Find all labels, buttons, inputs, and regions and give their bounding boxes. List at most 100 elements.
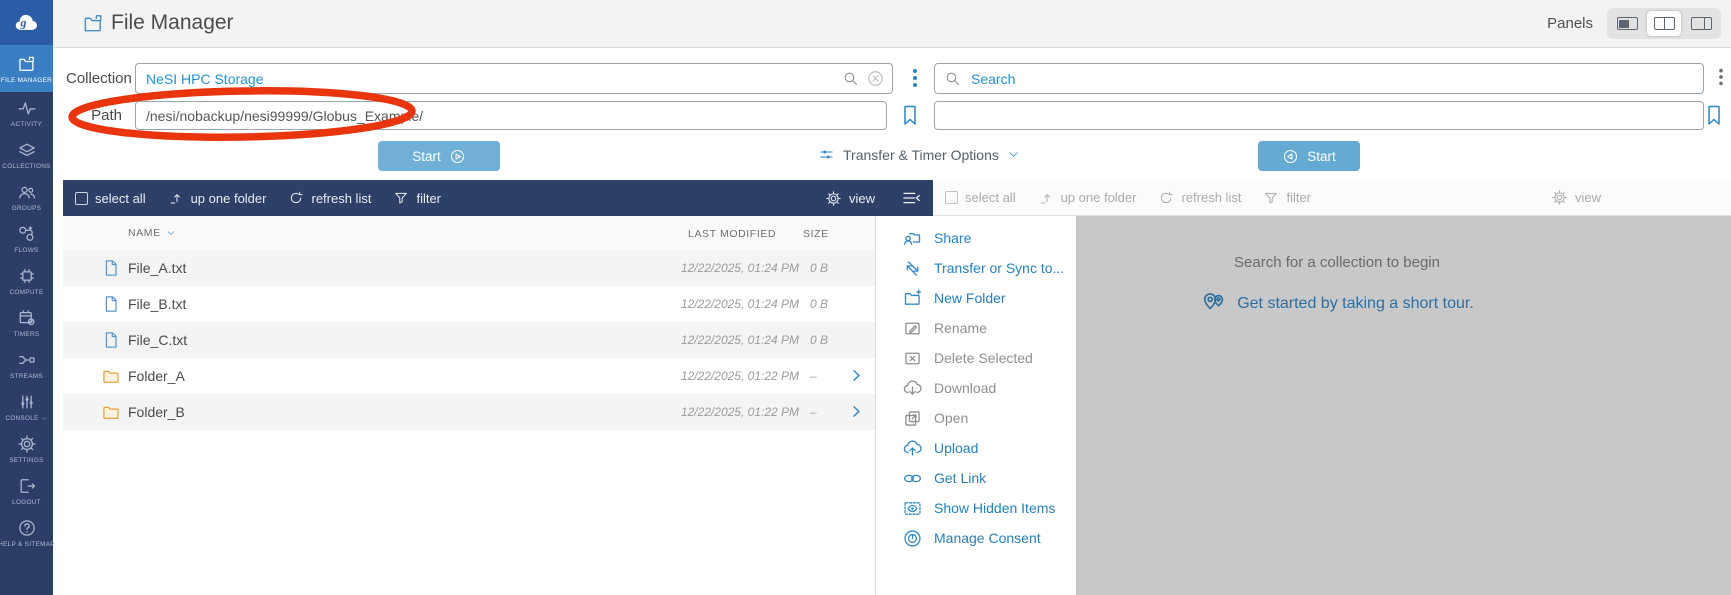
start-transfer-left-button[interactable]: Start (378, 141, 500, 171)
rename-icon (902, 318, 923, 339)
calendar-icon (17, 308, 37, 328)
sort-chevron-down-icon (166, 228, 176, 238)
select-all-checkbox[interactable]: select all (75, 191, 146, 206)
search-icon[interactable] (842, 70, 859, 87)
refresh-list-button[interactable]: refresh list (288, 190, 371, 206)
file-row[interactable]: File_C.txt 12/22/2025, 01:24 PM 0 B (63, 322, 875, 358)
play-circle-icon (449, 148, 466, 165)
map-pins-icon (1200, 290, 1227, 317)
streams-icon (17, 350, 37, 370)
sidebar-item-compute[interactable]: COMPUTE (0, 260, 53, 302)
sidebar-item-flows[interactable]: FLOWS (0, 218, 53, 260)
gear-icon (1551, 189, 1568, 206)
menu-item-get-link[interactable]: Get Link (876, 463, 1076, 493)
sidebar-item-collections[interactable]: COLLECTIONS (0, 134, 53, 176)
sidebar-item-file-manager[interactable]: FILE MANAGER (0, 45, 53, 92)
file-row[interactable]: File_B.txt 12/22/2025, 01:24 PM 0 B (63, 286, 875, 322)
path-input[interactable] (135, 101, 887, 130)
right-up-one-folder-button[interactable]: up one folder (1038, 190, 1137, 206)
split-panel-icon (1691, 17, 1712, 30)
right-filter-button[interactable]: filter (1263, 190, 1311, 206)
sidebar-item-activity[interactable]: ACTIVITY (0, 92, 53, 134)
collapse-menu-icon[interactable] (901, 188, 921, 208)
up-one-folder-button[interactable]: up one folder (168, 190, 267, 206)
filter-button[interactable]: filter (393, 190, 441, 206)
right-bookmark-icon[interactable] (1702, 103, 1726, 127)
gear-icon (825, 190, 842, 207)
sliders-icon (17, 392, 37, 412)
funnel-icon (1263, 190, 1279, 206)
collection-label: Collection (66, 70, 132, 87)
column-last-modified[interactable]: LAST MODIFIED (688, 228, 776, 240)
checkbox-icon (75, 192, 88, 205)
clear-collection-icon[interactable] (866, 69, 885, 88)
right-refresh-list-button[interactable]: refresh list (1158, 190, 1241, 206)
panels-switcher: Panels (1547, 8, 1721, 39)
view-button[interactable]: view (825, 190, 875, 207)
chevron-right-icon[interactable] (849, 404, 864, 419)
eye-icon (902, 498, 923, 519)
transfer-timer-options[interactable]: Transfer & Timer Options (818, 146, 1020, 163)
help-icon (17, 518, 37, 538)
play-circle-left-icon (1282, 148, 1299, 165)
file-row[interactable]: File_A.txt 12/22/2025, 01:24 PM 0 B (63, 250, 875, 286)
file-icon (101, 258, 121, 278)
search-collection-input[interactable] (934, 63, 1704, 94)
up-arrow-icon (168, 190, 184, 206)
menu-item-transfer-or-sync[interactable]: Transfer or Sync to... (876, 253, 1076, 283)
sidebar-item-help-sitemap[interactable]: HELP & SITEMAP (0, 512, 53, 554)
sidebar-item-groups[interactable]: GROUPS (0, 176, 53, 218)
flows-icon (17, 224, 37, 244)
consent-icon (902, 528, 923, 549)
path-label: Path (66, 107, 122, 124)
dual-panel-button[interactable] (1647, 11, 1681, 36)
pulse-icon (17, 98, 37, 118)
left-panel-toolbar: select all up one folder refresh list fi… (63, 180, 933, 216)
right-view-button[interactable]: view (1551, 189, 1601, 206)
checkbox-icon (945, 191, 958, 204)
single-panel-button[interactable] (1610, 11, 1644, 36)
actions-menu: Share Transfer or Sync to... New Folder … (875, 216, 1077, 595)
menu-item-delete-selected[interactable]: Delete Selected (876, 343, 1076, 373)
folder-icon (101, 366, 121, 386)
sidebar-item-timers[interactable]: TIMERS (0, 302, 53, 344)
menu-item-download[interactable]: Download (876, 373, 1076, 403)
file-list-header: NAME LAST MODIFIED SIZE (63, 216, 875, 251)
download-icon (902, 378, 923, 399)
file-manager-icon (82, 12, 105, 35)
start-transfer-right-button[interactable]: Start (1258, 141, 1360, 171)
bookmark-icon[interactable] (898, 103, 922, 127)
folder-row[interactable]: Folder_B 12/22/2025, 01:22 PM – (63, 394, 875, 430)
right-select-all-checkbox[interactable]: select all (945, 190, 1016, 205)
new-folder-icon (902, 288, 923, 309)
chevron-right-icon[interactable] (849, 368, 864, 383)
people-icon (17, 182, 37, 202)
sidebar-item-settings[interactable]: SETTINGS (0, 428, 53, 470)
globus-logo[interactable] (0, 0, 53, 45)
collection-options-kebab-icon[interactable] (903, 66, 927, 90)
menu-item-manage-consent[interactable]: Manage Consent (876, 523, 1076, 553)
header: File Manager Panels (53, 0, 1731, 48)
chip-icon (17, 266, 37, 286)
panels-button-group (1607, 8, 1721, 39)
menu-item-rename[interactable]: Rename (876, 313, 1076, 343)
menu-item-share[interactable]: Share (876, 223, 1076, 253)
tour-link[interactable]: Get started by taking a short tour. (1077, 290, 1597, 317)
menu-item-show-hidden-items[interactable]: Show Hidden Items (876, 493, 1076, 523)
column-name[interactable]: NAME (128, 227, 176, 239)
logout-icon (17, 476, 37, 496)
menu-item-new-folder[interactable]: New Folder (876, 283, 1076, 313)
right-collection-options-kebab-icon[interactable] (1710, 66, 1731, 88)
sidebar-item-logout[interactable]: LOGOUT (0, 470, 53, 512)
menu-item-upload[interactable]: Upload (876, 433, 1076, 463)
sidebar-item-console[interactable]: CONSOLE (0, 386, 53, 428)
transfer-timer-options-label: Transfer & Timer Options (843, 147, 999, 163)
collection-input[interactable] (135, 63, 893, 94)
column-size[interactable]: SIZE (803, 228, 829, 240)
delete-icon (902, 348, 923, 369)
menu-item-open[interactable]: Open (876, 403, 1076, 433)
folder-row[interactable]: Folder_A 12/22/2025, 01:22 PM – (63, 358, 875, 394)
right-path-input[interactable] (934, 101, 1704, 130)
split-panel-button[interactable] (1684, 11, 1718, 36)
sidebar-item-streams[interactable]: STREAMS (0, 344, 53, 386)
